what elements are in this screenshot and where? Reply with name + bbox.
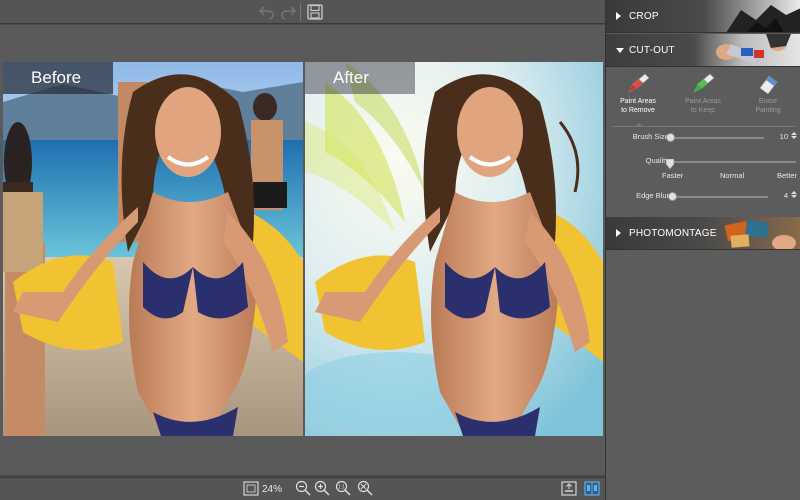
split-view-button[interactable]	[583, 480, 601, 499]
paint-keep-tool[interactable]: Paint Areas to Keep	[671, 72, 735, 124]
photomontage-label: PHOTOMONTAGE	[629, 228, 717, 239]
undo-button[interactable]	[257, 2, 277, 22]
svg-text:1:1: 1:1	[338, 485, 345, 491]
quality-thumb[interactable]	[665, 156, 675, 170]
brush-size-thumb[interactable]	[666, 133, 675, 142]
crop-section-header[interactable]: CROP	[606, 0, 800, 33]
fit-to-window-button[interactable]	[242, 480, 260, 499]
edge-blur-label: Edge Blur	[636, 191, 669, 200]
export-icon	[561, 480, 577, 499]
paint-remove-tool[interactable]: Paint Areas to Remove	[606, 72, 670, 124]
brush-size-value[interactable]: 10	[776, 132, 788, 141]
cutout-label: CUT-OUT	[629, 45, 675, 56]
zoom-in-icon	[314, 480, 330, 499]
split-view-icon	[584, 480, 600, 499]
zoom-out-icon	[295, 480, 311, 499]
tools-panel: CROP CUT-OUT Paint Areas to Remove Paint…	[605, 0, 800, 500]
zoom-fit-button[interactable]	[356, 480, 374, 499]
edge-blur-row: Edge Blur 4	[606, 189, 800, 205]
active-tool-pointer	[634, 123, 644, 127]
photomontage-expand-arrow-icon	[616, 229, 621, 237]
brush-size-row: Brush Size 10	[606, 130, 800, 146]
photomontage-section-header[interactable]: PHOTOMONTAGE	[606, 217, 800, 250]
undo-arrow-icon	[259, 5, 275, 19]
paint-keep-label-1: Paint Areas	[685, 98, 721, 105]
quality-track[interactable]	[668, 161, 796, 163]
quality-marks: Faster Normal Better	[606, 171, 800, 181]
zoom-out-button[interactable]	[294, 480, 312, 499]
eraser-icon	[755, 72, 781, 97]
cutout-controls: Paint Areas to Remove Paint Areas to Kee…	[606, 68, 800, 216]
paint-keep-label-2: to Keep	[690, 107, 716, 114]
edge-blur-value[interactable]: 4	[776, 191, 788, 200]
zoom-fit-icon	[357, 480, 373, 499]
stepper-down-icon	[790, 195, 797, 198]
crop-label: CROP	[629, 11, 659, 22]
fit-to-window-icon	[243, 480, 259, 499]
green-marker-icon	[690, 72, 716, 97]
photo-editor-window: Before After 24% 1:1 CROP CUT-OUT Paint …	[0, 0, 800, 500]
quality-mark-normal: Normal	[720, 171, 745, 180]
beach-photo-original	[3, 62, 303, 436]
stepper-down-icon	[790, 136, 797, 139]
actual-size-icon: 1:1	[335, 480, 351, 499]
before-label: Before	[3, 62, 113, 94]
stepper-up-icon	[790, 191, 797, 194]
bottom-toolbar: 24% 1:1	[0, 477, 605, 500]
zoom-level: 24%	[262, 484, 283, 495]
quality-mark-faster: Faster	[662, 171, 684, 180]
paint-remove-label-1: Paint Areas	[620, 98, 656, 105]
redo-arrow-icon	[280, 5, 296, 19]
zoom-in-button[interactable]	[313, 480, 331, 499]
save-button[interactable]	[305, 2, 325, 22]
floppy-disk-icon	[307, 4, 323, 20]
cutout-section-header[interactable]: CUT-OUT	[606, 34, 800, 67]
quality-row: Quality Faster Normal Better	[606, 154, 800, 182]
edge-blur-stepper[interactable]	[790, 190, 797, 202]
actual-size-button[interactable]: 1:1	[334, 480, 352, 499]
before-photo[interactable]: Before	[3, 62, 303, 436]
stepper-up-icon	[790, 132, 797, 135]
paint-remove-label-2: to Remove	[621, 107, 655, 114]
brush-size-stepper[interactable]	[790, 131, 797, 143]
redo-button[interactable]	[278, 2, 298, 22]
red-marker-icon	[625, 72, 651, 97]
erase-painting-label-2: Painting	[755, 107, 781, 114]
brush-size-track[interactable]	[668, 137, 764, 139]
erase-painting-tool[interactable]: Erase Painting	[736, 72, 800, 124]
brush-size-label: Brush Size	[632, 132, 669, 141]
edge-blur-thumb[interactable]	[668, 192, 677, 201]
quality-mark-better: Better	[777, 171, 798, 180]
crop-expand-arrow-icon	[616, 12, 621, 20]
after-label: After	[305, 62, 415, 94]
top-toolbar	[0, 0, 605, 24]
image-canvas[interactable]: Before After	[0, 25, 605, 475]
cutout-photo-result	[305, 62, 603, 436]
export-button[interactable]	[560, 480, 578, 499]
toolbar-divider	[300, 3, 301, 21]
edge-blur-track[interactable]	[668, 196, 768, 198]
cutout-tool-group: Paint Areas to Remove Paint Areas to Kee…	[606, 68, 800, 126]
after-photo[interactable]: After	[305, 62, 603, 436]
cutout-collapse-arrow-icon	[616, 48, 624, 53]
erase-painting-label-1: Erase	[758, 98, 778, 105]
